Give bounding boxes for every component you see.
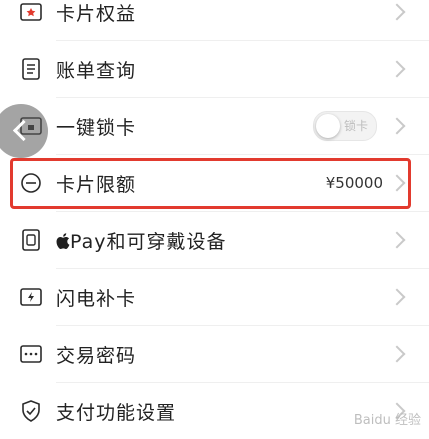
password-keypad-icon <box>20 343 42 365</box>
menu-item-label: 支付功能设置 <box>56 401 177 424</box>
shield-settings-icon <box>20 400 42 422</box>
highlight-box <box>10 158 411 209</box>
menu-item-label: 交易密码 <box>56 344 137 367</box>
back-arrow-icon <box>12 119 35 142</box>
watermark: Baidu 经验 <box>353 413 421 428</box>
toggle-label: 锁卡 <box>343 119 368 133</box>
wearable-device-icon <box>20 229 42 251</box>
menu-item-trade-password[interactable]: 交易密码 <box>0 326 429 382</box>
menu-item-label: 账单查询 <box>56 59 137 82</box>
chevron-right-icon <box>388 288 406 306</box>
menu-item-apple-pay[interactable]: Pay和可穿戴设备 <box>0 212 429 268</box>
menu-item-label: 一键锁卡 <box>56 116 137 139</box>
apple-pay-label: Pay和可穿戴设备 <box>70 230 227 253</box>
toggle-knob <box>316 114 340 138</box>
apple-logo-icon <box>56 232 70 249</box>
chevron-right-icon <box>388 117 406 135</box>
card-star-icon <box>20 1 42 23</box>
menu-item-label: 闪电补卡 <box>56 287 137 310</box>
menu-item-label: 卡片权益 <box>56 2 137 25</box>
lock-card-toggle[interactable]: 锁卡 <box>313 111 377 141</box>
bill-document-icon <box>20 58 42 80</box>
menu-item-bill-query[interactable]: 账单查询 <box>0 41 429 97</box>
menu-item-one-key-lock[interactable]: 一键锁卡 锁卡 <box>0 98 429 154</box>
flash-card-icon <box>20 286 42 308</box>
chevron-right-icon <box>388 231 406 249</box>
chevron-right-icon <box>388 3 406 21</box>
menu-item-flash-card[interactable]: 闪电补卡 <box>0 269 429 325</box>
menu-item-label: Pay和可穿戴设备 <box>56 227 227 254</box>
chevron-right-icon <box>388 345 406 363</box>
chevron-right-icon <box>388 60 406 78</box>
menu-item-card-benefits[interactable]: 卡片权益 <box>0 0 429 40</box>
